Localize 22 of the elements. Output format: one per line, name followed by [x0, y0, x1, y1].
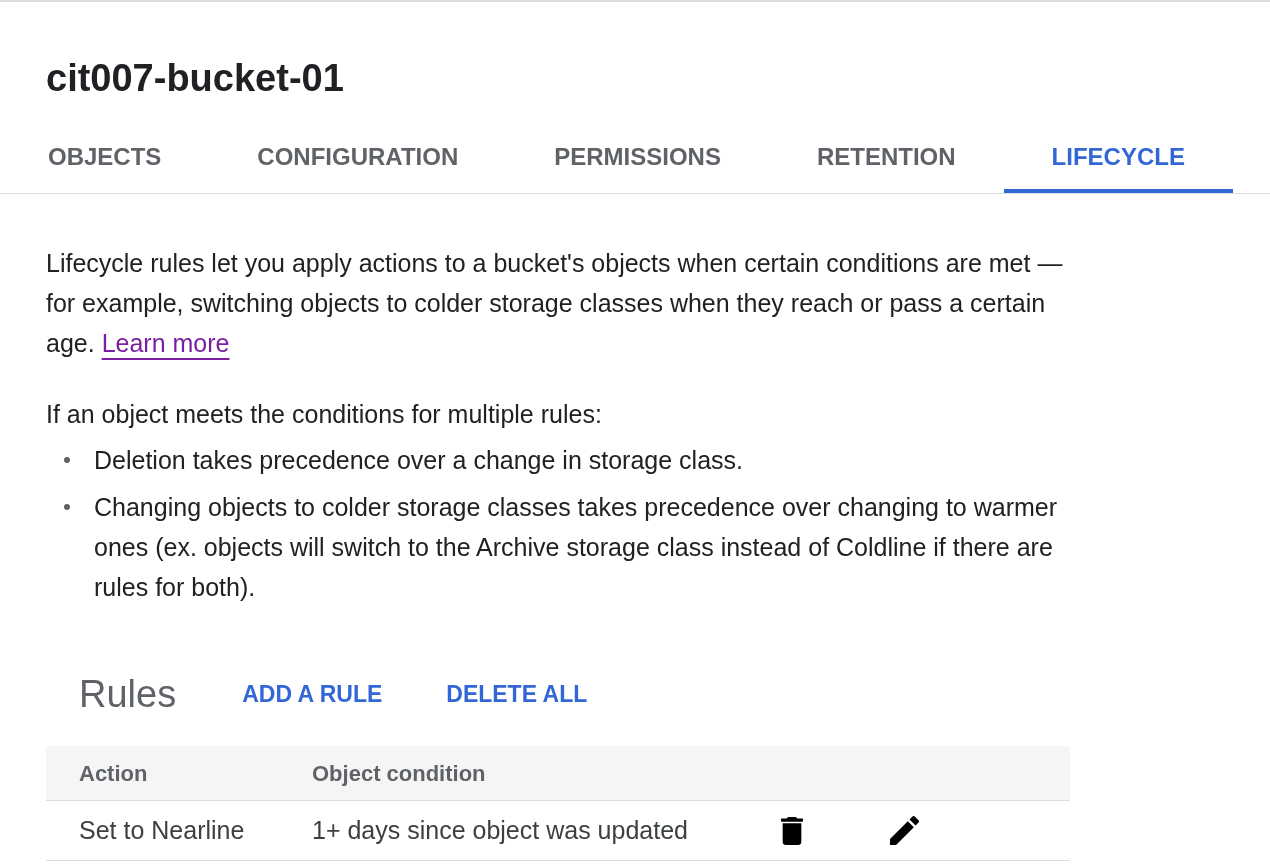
tab[interactable]: LIFECYCLE: [1003, 121, 1233, 193]
column-header: Action: [79, 760, 148, 786]
edit-icon[interactable]: [889, 816, 919, 845]
table-cell: 1+ days since object was updated: [312, 815, 688, 844]
bullet-text: Changing objects to colder storage classes takes precedence over changing to warmer ones (ex. objects will switch to the Archive storage class instead of Coldline if there are rules for both).: [94, 492, 1059, 603]
precedence-heading: If an object meets the conditions for multiple rules:: [46, 399, 602, 430]
rules-heading: Rules: [79, 672, 177, 717]
bullet-text: Deletion takes precedence over a change in storage class.: [94, 445, 743, 476]
tab[interactable]: PERMISSIONS: [506, 121, 769, 193]
bucket-title: cit007-bucket-01: [46, 56, 344, 100]
column-header: Object condition: [312, 760, 486, 786]
tab[interactable]: CONFIGURATION: [209, 121, 507, 193]
tab[interactable]: RETENTION: [768, 121, 1004, 193]
learn-more-link[interactable]: Learn more: [101, 329, 230, 357]
bullet-icon: [64, 457, 70, 463]
tab[interactable]: OBJECTS: [0, 121, 210, 193]
table-cell: Set to Nearline: [79, 815, 245, 844]
add-rule-button[interactable]: ADD A RULE: [210, 672, 415, 716]
intro-paragraph: Lifecycle rules let you apply actions to a bucket's objects when certain conditions are met — for example, switching objects to colder storage classes when they reach or pass a certain age. Learn more: [46, 248, 1064, 359]
trash-icon[interactable]: [781, 816, 803, 845]
bullet-icon: [64, 504, 70, 510]
delete-all-button[interactable]: DELETE ALL: [414, 672, 620, 716]
